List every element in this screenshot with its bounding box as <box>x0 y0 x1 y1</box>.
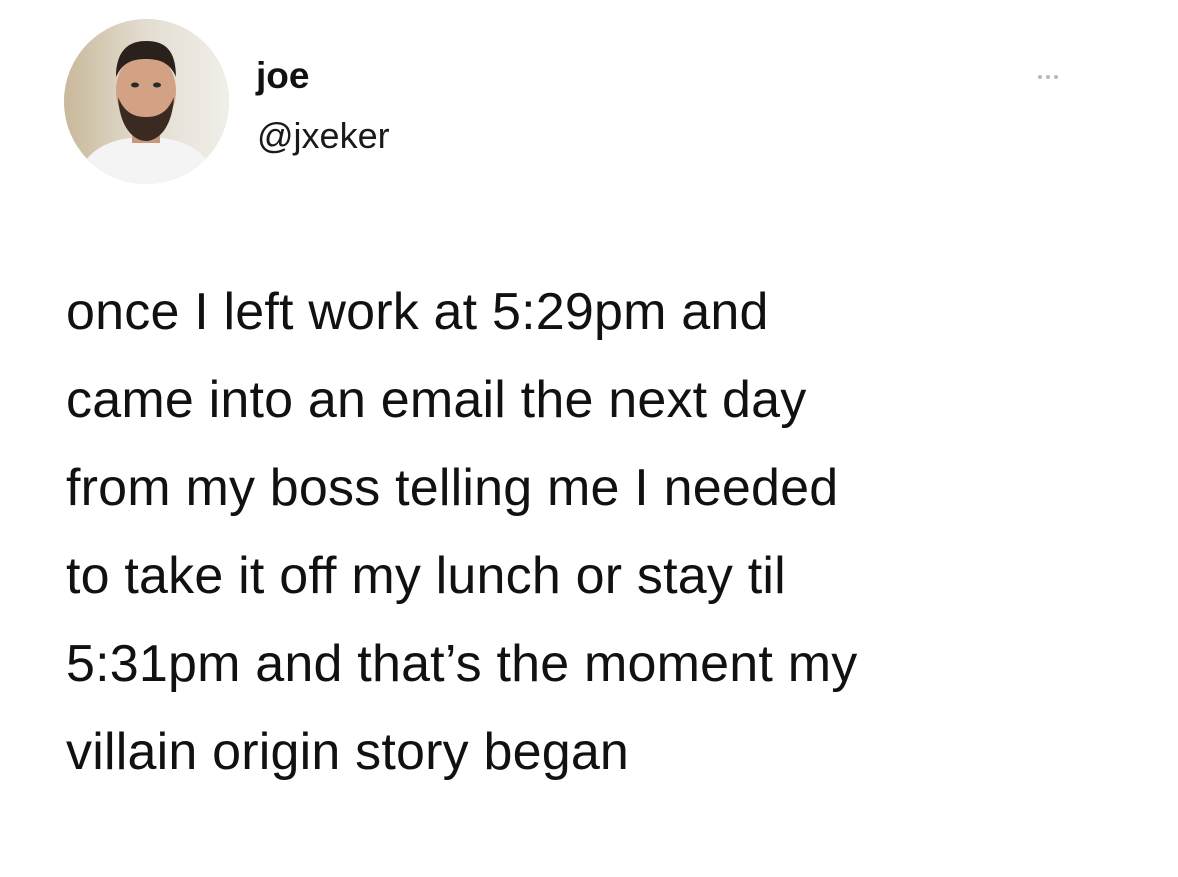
display-name[interactable]: joe <box>256 54 309 98</box>
tweet-text-line: 5:31pm and that’s the moment my <box>66 635 858 693</box>
tweet-card: joe @jxeker once I left work at 5:29pm a… <box>0 0 1178 877</box>
tweet-text: once I left work at 5:29pm and came into… <box>66 268 1126 796</box>
more-options-button[interactable] <box>1016 62 1080 92</box>
more-horizontal-icon <box>1054 75 1058 79</box>
avatar[interactable] <box>64 19 229 184</box>
tweet-text-line: to take it off my lunch or stay til <box>66 547 786 605</box>
tweet-text-line: came into an email the next day <box>66 371 807 429</box>
tweet-text-line: villain origin story began <box>66 723 630 781</box>
tweet-text-line: once I left work at 5:29pm and <box>66 283 769 341</box>
avatar-photo <box>64 19 229 184</box>
more-horizontal-icon <box>1046 75 1050 79</box>
more-horizontal-icon <box>1038 75 1042 79</box>
user-handle[interactable]: @jxeker <box>257 114 390 158</box>
tweet-text-line: from my boss telling me I needed <box>66 459 839 517</box>
